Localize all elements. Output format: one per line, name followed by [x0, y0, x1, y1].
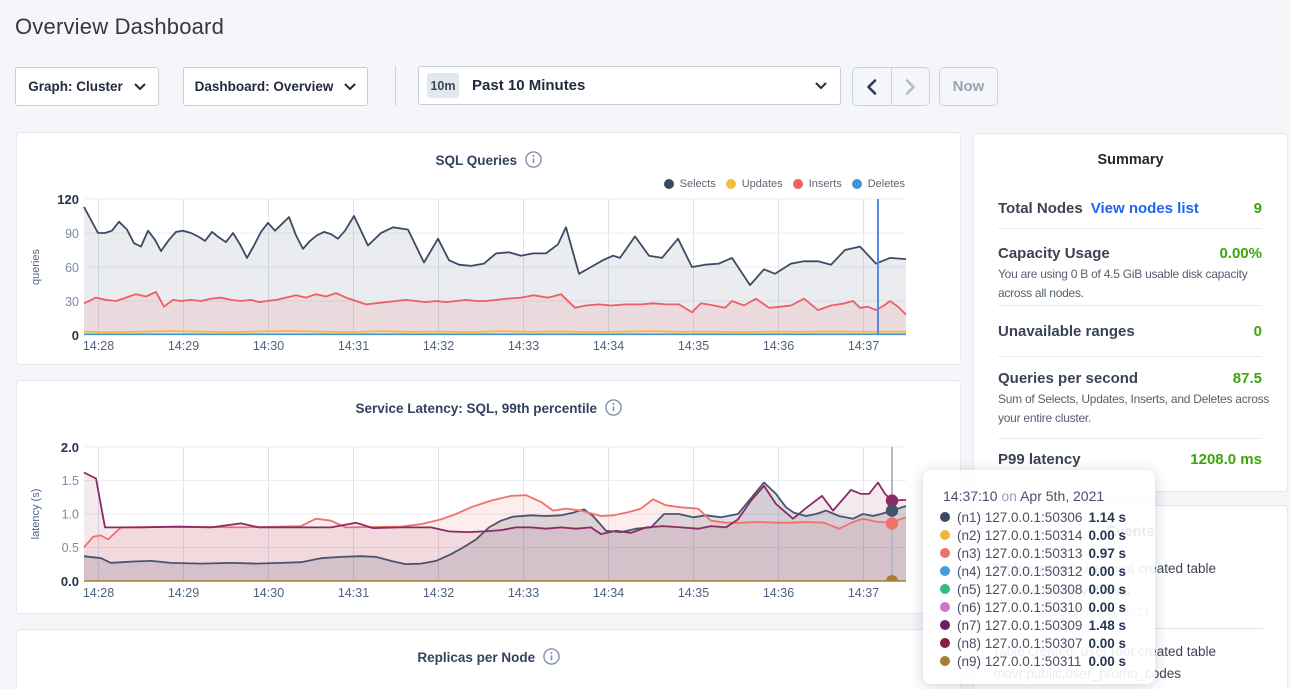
svg-text:14:34: 14:34: [593, 339, 624, 353]
svg-text:14:37: 14:37: [848, 586, 879, 600]
svg-text:14:34: 14:34: [593, 586, 624, 600]
svg-text:14:30: 14:30: [253, 339, 284, 353]
svg-text:0.5: 0.5: [62, 541, 79, 555]
svg-text:1.0: 1.0: [62, 508, 79, 522]
svg-text:14:33: 14:33: [508, 586, 539, 600]
svg-text:30: 30: [65, 295, 79, 309]
svg-text:queries: queries: [30, 248, 42, 285]
svg-text:14:36: 14:36: [763, 339, 794, 353]
svg-text:14:30: 14:30: [253, 586, 284, 600]
svg-text:120: 120: [57, 192, 79, 207]
svg-text:14:35: 14:35: [678, 339, 709, 353]
svg-text:0.0: 0.0: [61, 574, 79, 589]
svg-text:14:29: 14:29: [168, 586, 199, 600]
svg-text:14:37: 14:37: [848, 339, 879, 353]
svg-text:14:35: 14:35: [678, 586, 709, 600]
svg-text:14:36: 14:36: [763, 586, 794, 600]
svg-text:14:31: 14:31: [338, 586, 369, 600]
svg-text:14:32: 14:32: [423, 586, 454, 600]
svg-text:0: 0: [72, 328, 79, 343]
svg-text:60: 60: [65, 261, 79, 275]
svg-text:14:32: 14:32: [423, 339, 454, 353]
svg-text:14:33: 14:33: [508, 339, 539, 353]
svg-text:14:29: 14:29: [168, 339, 199, 353]
svg-text:14:28: 14:28: [83, 339, 114, 353]
svg-text:latency (s): latency (s): [30, 489, 42, 540]
svg-text:14:28: 14:28: [83, 586, 114, 600]
svg-text:14:31: 14:31: [338, 339, 369, 353]
svg-text:1.5: 1.5: [62, 474, 79, 488]
svg-text:2.0: 2.0: [61, 440, 79, 455]
svg-text:90: 90: [65, 227, 79, 241]
